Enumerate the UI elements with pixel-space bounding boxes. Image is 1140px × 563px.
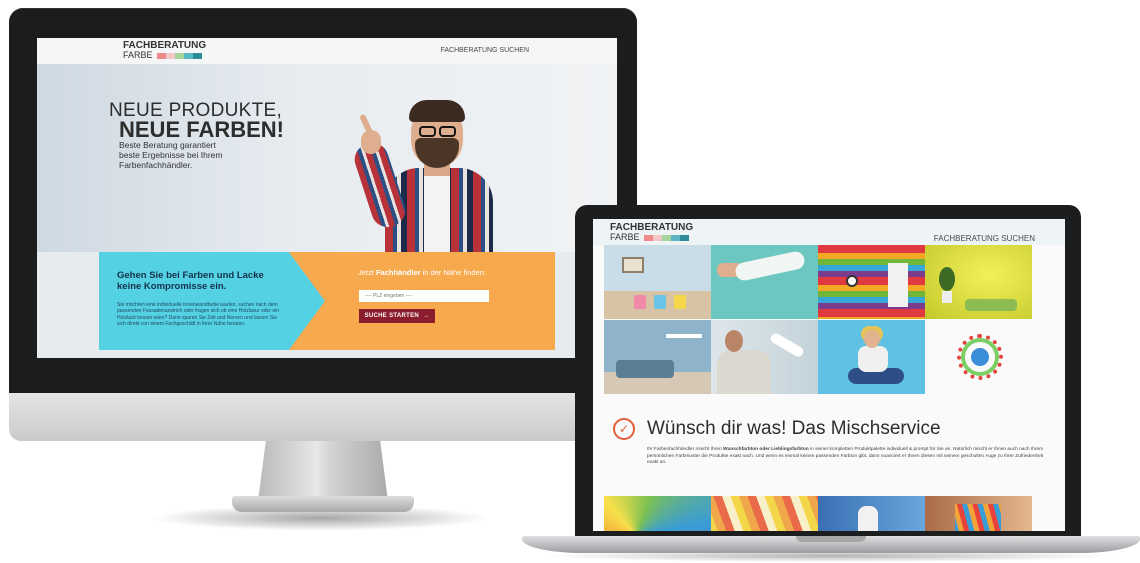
suche-starten-label: SUCHE STARTEN: [364, 313, 420, 319]
photo-blue-living-room: [604, 320, 711, 394]
logo-swatches: [156, 52, 202, 59]
photo-color-fan: [604, 496, 711, 531]
section-text: Ihr Farbenfachhändler mischt Ihren Wunsc…: [647, 447, 1044, 466]
desktop-screen: FACHBERATUNG FARBE FACHBERATUNG SUCHEN N…: [37, 38, 617, 358]
photo-paint-roller: [711, 245, 818, 319]
photo-painter: [711, 320, 818, 394]
suche-starten-button[interactable]: SUCHE STARTEN →: [359, 309, 435, 323]
mockup-stage: FACHBERATUNG FARBE FACHBERATUNG SUCHEN N…: [0, 0, 1140, 563]
photo-kids-painting: [818, 496, 925, 531]
photo-striped-wall: [818, 245, 925, 319]
logo-line2: FARBE: [123, 50, 153, 60]
hero-subtext: Beste Beratung garantiert beste Ergebnis…: [119, 140, 223, 170]
checkmark-circle-icon: ✓: [613, 418, 635, 440]
imac-stand-foot: [232, 496, 414, 512]
section-title: Wünsch dir was! Das Mischservice: [647, 418, 941, 439]
imac-stand: [258, 441, 388, 501]
laptop-notch: [796, 536, 866, 542]
hero-banner: NEUE PRODUKTE, NEUE FARBEN! Beste Beratu…: [37, 64, 617, 280]
photo-hands-color-fan: [925, 496, 1032, 531]
cta-text: Sie möchten eine individuelle Innenwandf…: [117, 302, 280, 327]
nav-link-fachberatung-suchen[interactable]: FACHBERATUNG SUCHEN: [934, 234, 1035, 243]
photo-yellow-room: [925, 245, 1032, 319]
cta-banner: Gehen Sie bei Farben und Lacke keine Kom…: [99, 252, 555, 350]
logo-swatches: [643, 234, 689, 241]
imac-chin: [9, 393, 637, 441]
laptop-navbar: FACHBERATUNG FARBE FACHBERATUNG SUCHEN: [593, 219, 1065, 245]
brand-logo[interactable]: FACHBERATUNG FARBE: [610, 223, 693, 242]
desktop-navbar: FACHBERATUNG FARBE FACHBERATUNG SUCHEN: [37, 38, 617, 64]
brand-logo[interactable]: FACHBERATUNG FARBE: [123, 41, 206, 60]
photo-kids-room: [604, 245, 711, 319]
cta-question: Jetzt Fachhändler in der Nähe finden:: [358, 268, 486, 277]
arrow-right-icon: →: [423, 313, 430, 319]
photo-color-samples: [711, 496, 818, 531]
nav-link-fachberatung-suchen[interactable]: FACHBERATUNG SUCHEN: [440, 47, 529, 54]
photo-woman-sitting: [818, 320, 925, 394]
cta-info-panel: [99, 252, 325, 350]
laptop-screen: FACHBERATUNG FARBE FACHBERATUNG SUCHEN ✓…: [593, 219, 1065, 531]
badge-logo-image: [925, 320, 1032, 394]
logo-line2: FARBE: [610, 232, 640, 242]
plz-input[interactable]: [359, 290, 489, 302]
cta-title: Gehen Sie bei Farben und Lacke keine Kom…: [117, 270, 264, 293]
